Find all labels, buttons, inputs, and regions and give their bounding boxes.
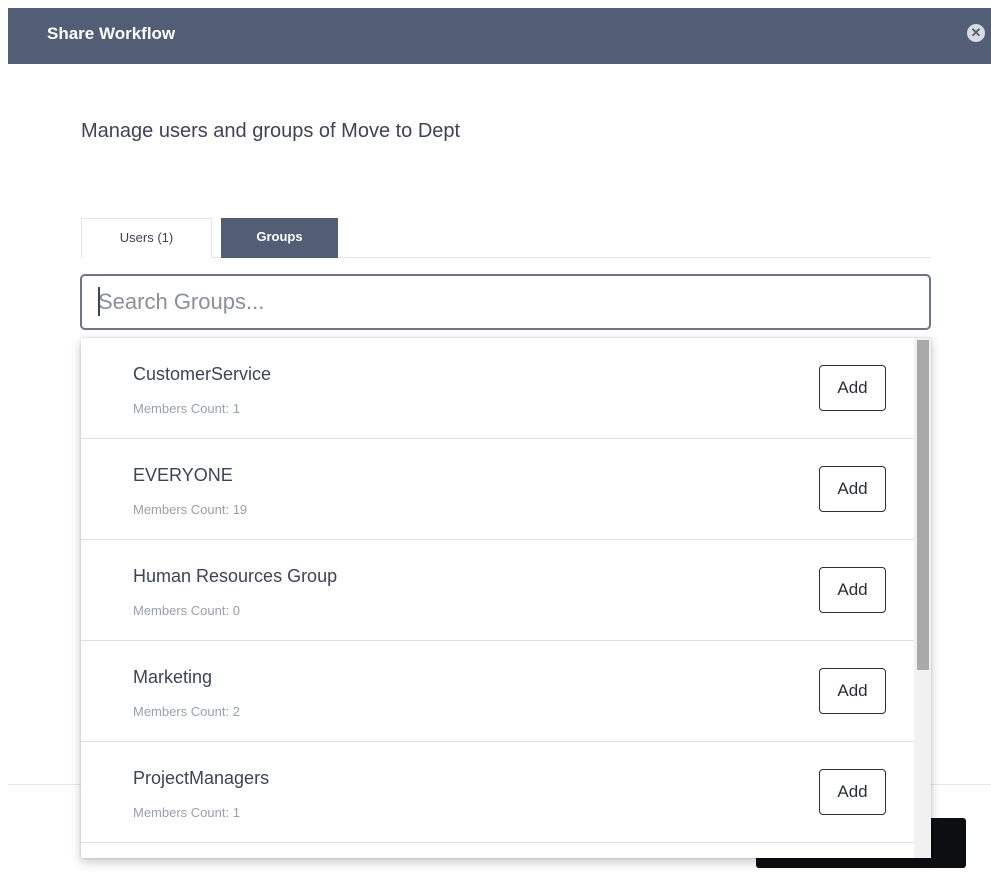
- group-name: CustomerService: [133, 364, 272, 384]
- group-name: EVERYONE: [133, 465, 233, 485]
- group-members-count: Members Count: 19: [133, 502, 248, 517]
- text-caret: [98, 287, 100, 316]
- group-members-count: Members Count: 1: [133, 805, 240, 820]
- group-row: EVERYONE Members Count: 19 Add: [81, 439, 914, 540]
- add-group-button[interactable]: Add: [819, 567, 886, 613]
- close-icon[interactable]: ✕: [967, 24, 985, 42]
- group-members-count: Members Count: 0: [133, 603, 240, 618]
- tab-groups[interactable]: Groups: [221, 218, 338, 258]
- groups-list: CustomerService Members Count: 1 Add EVE…: [81, 338, 914, 843]
- search-groups-input[interactable]: [80, 274, 931, 330]
- add-group-button[interactable]: Add: [819, 365, 886, 411]
- group-members-count: Members Count: 2: [133, 704, 240, 719]
- dialog-subtitle: Manage users and groups of Move to Dept: [81, 120, 461, 142]
- groups-dropdown: CustomerService Members Count: 1 Add EVE…: [81, 338, 931, 858]
- add-group-button[interactable]: Add: [819, 466, 886, 512]
- share-workflow-dialog: Share Workflow ✕ Manage users and groups…: [8, 8, 991, 889]
- dialog-title: Share Workflow: [47, 24, 176, 43]
- add-group-button[interactable]: Add: [819, 668, 886, 714]
- group-row: ProjectManagers Members Count: 1 Add: [81, 742, 914, 843]
- dialog-header: Share Workflow ✕: [8, 8, 991, 64]
- group-members-count: Members Count: 1: [133, 401, 240, 416]
- group-row: CustomerService Members Count: 1 Add: [81, 338, 914, 439]
- add-group-button[interactable]: Add: [819, 769, 886, 815]
- tab-users[interactable]: Users (1): [81, 218, 212, 258]
- tab-bar: Users (1) Groups: [81, 218, 931, 258]
- scrollbar-thumb[interactable]: [917, 340, 929, 670]
- group-name: Marketing: [133, 667, 213, 687]
- group-name: Human Resources Group: [133, 566, 338, 586]
- group-row: Marketing Members Count: 2 Add: [81, 641, 914, 742]
- group-name: ProjectManagers: [133, 768, 270, 788]
- group-row: Human Resources Group Members Count: 0 A…: [81, 540, 914, 641]
- dropdown-scrollbar[interactable]: [914, 338, 931, 858]
